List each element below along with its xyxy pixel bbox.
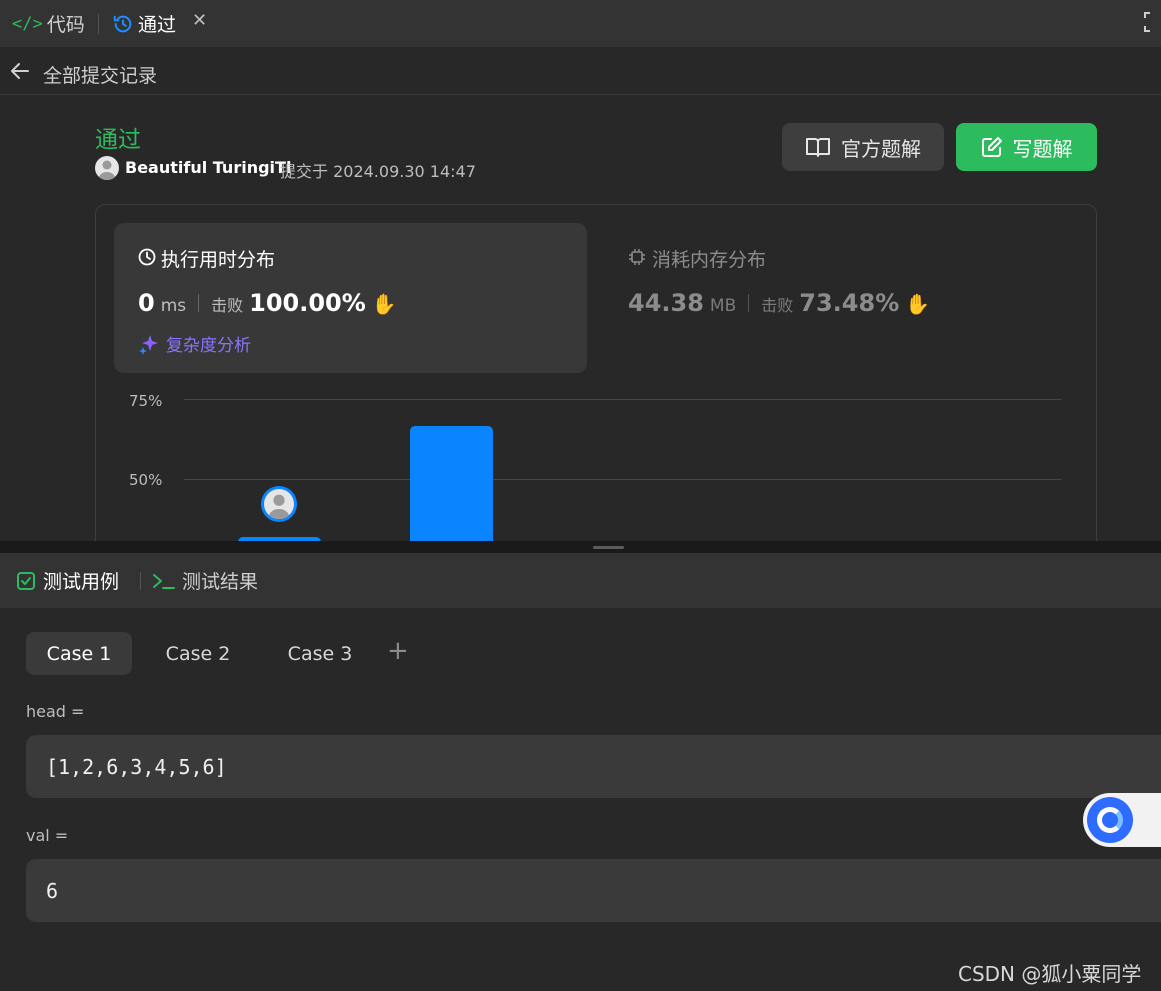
case-tab-3[interactable]: Case 3 — [270, 632, 370, 675]
memory-title: 消耗内存分布 — [652, 249, 767, 271]
history-icon — [113, 15, 132, 32]
panel-resize-handle[interactable] — [0, 541, 1161, 553]
runtime-panel[interactable]: 执行用时分布 0 ms 击败 100.00% ✋ 复杂度分析 — [114, 223, 587, 373]
runtime-unit: ms — [160, 296, 187, 316]
runtime-stats: 0 ms 击败 100.00% ✋ — [138, 289, 397, 317]
stat-divider — [748, 294, 750, 312]
book-icon — [806, 138, 830, 157]
watermark: CSDN @狐小粟同学 — [958, 962, 1142, 986]
clap-icon: ✋ — [905, 292, 931, 316]
tab-testcases[interactable]: 测试用例 — [16, 553, 119, 608]
runtime-title: 执行用时分布 — [161, 249, 276, 271]
tab-test-results-label: 测试结果 — [182, 571, 259, 593]
checkbox-icon — [17, 571, 35, 590]
user-icon — [98, 160, 116, 180]
runtime-beats-pct: 100.00% — [249, 289, 366, 317]
memory-unit: MB — [709, 296, 737, 316]
clock-icon — [138, 248, 156, 266]
case-tab-1[interactable]: Case 1 — [26, 632, 132, 675]
tab-test-results[interactable]: 测试结果 — [152, 553, 258, 608]
assistant-ring — [1097, 807, 1123, 833]
sub-header: 全部提交记录 — [0, 47, 1161, 95]
drag-handle[interactable] — [593, 546, 624, 549]
tab-code[interactable]: </> 代码 — [12, 0, 85, 47]
submission-status: 通过 — [95, 127, 141, 153]
floating-assistant[interactable] — [1083, 793, 1161, 847]
testcase-panel: 测试用例 测试结果 Case 1 Case 2 Case 3 + head = … — [0, 553, 1161, 991]
close-icon[interactable]: ✕ — [192, 10, 207, 31]
memory-beats-label: 击败 — [761, 296, 794, 315]
code-icon: </> — [12, 13, 43, 34]
fullscreen-icon[interactable] — [1143, 11, 1161, 33]
top-tab-bar: </> 代码 通过 ✕ — [0, 0, 1161, 47]
submission-panel: </> 代码 通过 ✕ 全部提交记录 通过 Beautiful TuringiT… — [0, 0, 1161, 541]
submitted-time: 提交于 2024.09.30 14:47 — [280, 162, 476, 181]
tab-testcases-label: 测试用例 — [43, 571, 120, 593]
grid-line — [184, 399, 1062, 400]
tab-code-label: 代码 — [46, 14, 85, 36]
head-input[interactable]: [1,2,6,3,4,5,6] — [26, 735, 1161, 798]
chip-icon — [629, 249, 645, 265]
memory-value: 44.38 — [628, 289, 704, 317]
val-label: val = — [26, 826, 69, 845]
user-position-marker[interactable] — [261, 486, 297, 522]
back-arrow-icon[interactable] — [10, 62, 30, 80]
avatar[interactable] — [95, 156, 119, 180]
assistant-icon — [1087, 797, 1133, 843]
chart-bar[interactable] — [410, 426, 493, 541]
write-solution-button[interactable]: 写题解 — [956, 123, 1097, 171]
grid-line — [184, 479, 1062, 480]
edit-icon — [981, 137, 1002, 157]
complexity-analysis-button[interactable]: 复杂度分析 — [138, 331, 251, 356]
head-label: head = — [26, 702, 85, 721]
memory-stats: 44.38 MB 击败 73.48% ✋ — [628, 289, 930, 317]
memory-beats-pct: 73.48% — [799, 289, 900, 317]
tab-result-label: 通过 — [138, 14, 177, 36]
complexity-analysis-label: 复杂度分析 — [166, 336, 251, 356]
username[interactable]: Beautiful TuringiTl — [125, 158, 291, 177]
y-tick-label: 50% — [129, 471, 163, 489]
sparkle-icon — [139, 334, 158, 355]
official-solution-button[interactable]: 官方题解 — [782, 123, 944, 171]
all-submissions-link[interactable]: 全部提交记录 — [43, 61, 157, 88]
official-solution-label: 官方题解 — [841, 136, 921, 161]
y-tick-label: 75% — [129, 392, 163, 410]
user-icon — [267, 494, 291, 519]
tab-separator — [140, 572, 141, 590]
stat-divider — [198, 294, 200, 312]
add-case-icon[interactable]: + — [387, 636, 409, 666]
case-tab-2[interactable]: Case 2 — [148, 632, 248, 675]
avatar — [264, 489, 294, 519]
runtime-beats-label: 击败 — [211, 296, 244, 315]
runtime-value: 0 — [138, 289, 155, 317]
tab-result[interactable]: 通过 — [112, 0, 176, 47]
clap-icon: ✋ — [371, 292, 397, 316]
bottom-tab-bar: 测试用例 测试结果 — [0, 553, 1161, 608]
val-input[interactable]: 6 — [26, 859, 1161, 922]
terminal-icon — [153, 573, 175, 589]
tab-separator — [98, 14, 99, 34]
write-solution-label: 写题解 — [1012, 136, 1073, 161]
